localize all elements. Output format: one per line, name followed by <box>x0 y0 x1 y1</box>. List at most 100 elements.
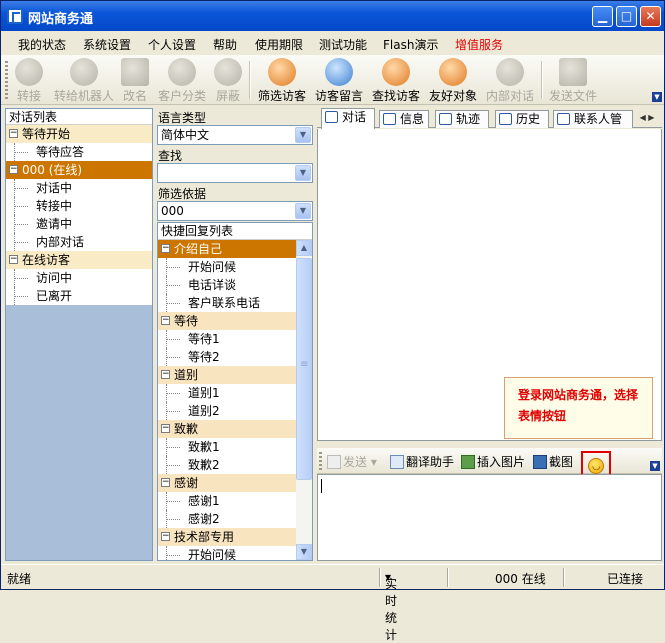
quick-reply-item[interactable]: 道别1 <box>158 384 296 402</box>
translate-assistant-button[interactable]: 翻译助手 <box>390 453 454 470</box>
tree-group-waiting[interactable]: − 等待开始 <box>6 125 152 143</box>
language-select[interactable]: 简体中文 ▼ <box>157 125 313 145</box>
minimize-button[interactable]: ▁ <box>592 6 613 27</box>
message-area[interactable]: 登录网站商务通，选择 表情按钮 <box>317 129 662 441</box>
menu-usage-period[interactable]: 使用期限 <box>255 36 303 53</box>
send-button[interactable]: 发送 ▾ <box>327 453 377 470</box>
transfer-button[interactable]: 转接 <box>14 58 44 104</box>
menu-help[interactable]: 帮助 <box>213 36 237 53</box>
title-bar[interactable]: 网站商务通 ▁ □ ✕ <box>1 1 664 31</box>
menu-personal-settings[interactable]: 个人设置 <box>148 36 196 53</box>
toolbar-grip[interactable] <box>319 452 322 470</box>
quick-reply-scrollbar[interactable]: ▲ ▼ <box>296 240 312 560</box>
main-toolbar: 转接 转给机器人 改名 客户分类 屏蔽 筛选访客 访客留言 查找访客 友好对象 … <box>1 55 664 105</box>
filter-visitor-button[interactable]: 筛选访客 <box>256 58 308 104</box>
menu-test-features[interactable]: 测试功能 <box>319 36 367 53</box>
quick-reply-item[interactable]: 电话详谈 <box>158 276 296 294</box>
tab-scroll-arrows[interactable]: ◀ ▶ <box>632 110 662 126</box>
toolbar-overflow-icon[interactable]: ▼ <box>652 92 662 102</box>
status-ready: 就绪 <box>7 572 32 586</box>
conversation-list-header: 对话列表 <box>6 109 152 125</box>
friendly-object-icon <box>439 58 467 86</box>
menu-my-status[interactable]: 我的状态 <box>18 36 66 53</box>
scroll-down-icon[interactable]: ▼ <box>296 544 312 560</box>
tab-contact-management[interactable]: 联系人管理 <box>553 110 633 128</box>
quick-reply-item[interactable]: 道别2 <box>158 402 296 420</box>
internal-chat-icon <box>496 58 524 86</box>
search-label: 查找 <box>158 149 183 163</box>
collapse-icon[interactable]: − <box>161 424 170 433</box>
collapse-icon[interactable]: − <box>9 129 18 138</box>
filter-label: 筛选依据 <box>158 187 207 201</box>
tree-item-left[interactable]: 已离开 <box>6 287 152 305</box>
tree-item-inviting[interactable]: 邀请中 <box>6 215 152 233</box>
scroll-thumb[interactable] <box>296 258 312 480</box>
quick-reply-group-apology[interactable]: − 致歉 <box>158 420 296 438</box>
tree-item-internal-chat[interactable]: 内部对话 <box>6 233 152 251</box>
maximize-button[interactable]: □ <box>616 6 637 27</box>
screenshot-button[interactable]: 截图 <box>533 453 573 470</box>
quick-reply-item[interactable]: 致歉1 <box>158 438 296 456</box>
insert-image-button[interactable]: 插入图片 <box>461 453 525 470</box>
visitor-message-button[interactable]: 访客留言 <box>313 58 365 104</box>
tree-item-waiting-answer[interactable]: 等待应答 <box>6 143 152 161</box>
info-icon <box>383 113 396 125</box>
collapse-icon[interactable]: − <box>161 532 170 541</box>
tree-item-transferring[interactable]: 转接中 <box>6 197 152 215</box>
realtime-stats-dropdown[interactable]: 实时统计 ▾ <box>385 570 397 642</box>
collapse-icon[interactable]: − <box>9 255 18 264</box>
close-button[interactable]: ✕ <box>640 6 661 27</box>
menu-system-settings[interactable]: 系统设置 <box>83 36 131 53</box>
tab-chat[interactable]: 对话 <box>321 108 375 129</box>
tree-item-visiting[interactable]: 访问中 <box>6 269 152 287</box>
chevron-down-icon[interactable]: ▼ <box>295 127 311 143</box>
quick-reply-group-introduce[interactable]: − 介绍自己 <box>158 240 296 258</box>
collapse-icon[interactable]: − <box>9 165 18 174</box>
tab-history[interactable]: 历史 <box>495 110 549 128</box>
menu-flash-demo[interactable]: Flash演示 <box>383 36 438 53</box>
quick-reply-group-waiting[interactable]: − 等待 <box>158 312 296 330</box>
quick-reply-group-thanks[interactable]: − 感谢 <box>158 474 296 492</box>
quick-reply-group-goodbye[interactable]: − 道别 <box>158 366 296 384</box>
message-input[interactable] <box>317 474 662 561</box>
quick-reply-item[interactable]: 客户联系电话 <box>158 294 296 312</box>
quick-reply-item[interactable]: 开始问候 <box>158 258 296 276</box>
toolbar-grip[interactable] <box>5 61 8 99</box>
menu-value-added-services[interactable]: 增值服务 <box>455 36 503 53</box>
quick-reply-item[interactable]: 感谢1 <box>158 492 296 510</box>
collapse-icon[interactable]: − <box>161 316 170 325</box>
quick-reply-item[interactable]: 开始问候 <box>158 546 296 560</box>
screenshot-icon <box>533 455 547 469</box>
translate-icon <box>390 455 404 469</box>
quick-reply-item[interactable]: 致歉2 <box>158 456 296 474</box>
chevron-down-icon[interactable]: ▼ <box>295 203 311 219</box>
quick-reply-item[interactable]: 等待2 <box>158 348 296 366</box>
transfer-to-robot-button[interactable]: 转给机器人 <box>51 58 117 104</box>
collapse-icon[interactable]: − <box>161 370 170 379</box>
search-combo[interactable]: ▼ <box>157 163 313 183</box>
tab-info[interactable]: 信息 <box>379 110 429 128</box>
toolbar-overflow-icon[interactable]: ▼ <box>650 461 660 471</box>
collapse-icon[interactable]: − <box>161 244 170 253</box>
internal-chat-button[interactable]: 内部对话 <box>484 58 536 104</box>
tree-group-online-visitors[interactable]: − 在线访客 <box>6 251 152 269</box>
quick-reply-group-tech-dept[interactable]: − 技术部专用 <box>158 528 296 546</box>
find-visitor-icon <box>382 58 410 86</box>
app-logo-icon <box>7 8 23 24</box>
friendly-object-button[interactable]: 友好对象 <box>427 58 479 104</box>
tree-item-chatting[interactable]: 对话中 <box>6 179 152 197</box>
rename-button[interactable]: 改名 <box>120 58 150 104</box>
customer-category-button[interactable]: 客户分类 <box>156 58 208 104</box>
quick-reply-item[interactable]: 等待1 <box>158 330 296 348</box>
filter-select[interactable]: 000 ▼ <box>157 201 313 221</box>
collapse-icon[interactable]: − <box>161 478 170 487</box>
visitor-message-icon <box>325 58 353 86</box>
chevron-down-icon[interactable]: ▼ <box>295 165 311 181</box>
quick-reply-item[interactable]: 感谢2 <box>158 510 296 528</box>
send-file-button[interactable]: 发送文件 <box>547 58 599 104</box>
find-visitor-button[interactable]: 查找访客 <box>370 58 422 104</box>
scroll-up-icon[interactable]: ▲ <box>296 240 312 256</box>
block-button[interactable]: 屏蔽 <box>213 58 243 104</box>
tree-group-online-user[interactable]: −000 (在线) <box>6 161 152 179</box>
tab-trace[interactable]: 轨迹 <box>435 110 489 128</box>
